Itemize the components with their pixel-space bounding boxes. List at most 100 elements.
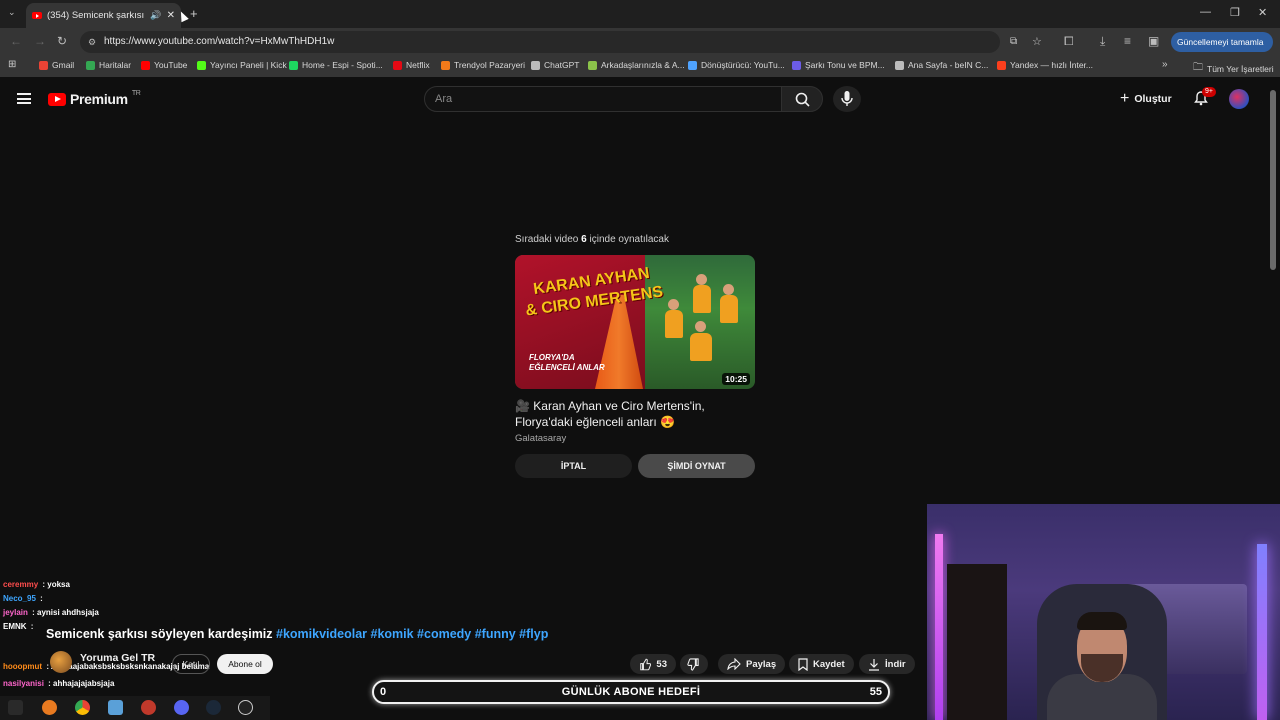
goal-label: GÜNLÜK ABONE HEDEFİ bbox=[561, 686, 701, 698]
channel-avatar[interactable] bbox=[50, 651, 72, 673]
steam-icon[interactable] bbox=[206, 700, 221, 715]
thumbnail-person-head bbox=[723, 284, 734, 295]
bookmark-item[interactable]: YouTube bbox=[141, 60, 187, 70]
bookmark-item[interactable]: Gmail bbox=[39, 60, 74, 70]
notification-count-badge: 9+ bbox=[1202, 87, 1216, 97]
all-bookmarks-label: Tüm Yer İşaretleri bbox=[1207, 63, 1274, 74]
led-light-left bbox=[935, 534, 943, 720]
chrome-icon[interactable] bbox=[75, 700, 90, 715]
join-button[interactable]: Katıl bbox=[172, 654, 210, 674]
save-button[interactable]: Kaydet bbox=[789, 654, 854, 674]
reading-list-icon[interactable]: ≡ bbox=[1124, 34, 1131, 48]
bookmark-star-icon[interactable]: ☆ bbox=[1032, 31, 1042, 53]
update-browser-button[interactable]: Güncellemeyi tamamla ⋮ bbox=[1171, 32, 1273, 67]
bookmark-item[interactable]: Home - Espi - Spoti... bbox=[289, 60, 383, 70]
up-next-video-title[interactable]: 🎥 Karan Ayhan ve Ciro Mertens'in, Florya… bbox=[515, 398, 755, 430]
youtube-header: Premium TR Ara + Oluştur 9+ bbox=[0, 80, 1280, 118]
restore-window-icon[interactable]: ❐ bbox=[1230, 6, 1240, 19]
like-button[interactable]: 53 bbox=[630, 654, 676, 674]
chat-separator: : bbox=[29, 608, 38, 617]
plus-icon: + bbox=[1120, 90, 1130, 107]
bookmark-item[interactable]: Dönüştürücü: YouTu... bbox=[688, 60, 785, 70]
create-button[interactable]: + Oluştur bbox=[1120, 90, 1172, 108]
channel-name[interactable]: Yoruma Gel TR bbox=[80, 652, 155, 664]
bookmark-favicon-icon bbox=[393, 60, 402, 70]
windows-taskbar bbox=[0, 696, 270, 720]
app-flame-icon[interactable] bbox=[42, 700, 57, 715]
thumbnail-person bbox=[720, 295, 738, 323]
chat-message: Neco_95 : bbox=[3, 594, 43, 603]
chat-text: ahhajajajabsjaja bbox=[53, 679, 115, 688]
install-app-icon[interactable]: ⧉ bbox=[1010, 31, 1017, 53]
tab-search-icon[interactable]: ⌄ bbox=[8, 7, 16, 18]
play-now-button[interactable]: ŞİMDİ OYNAT bbox=[638, 454, 755, 478]
bookmarks-bar: ⊞ Gmail Haritalar YouTube Yayıncı Paneli | … bbox=[0, 56, 1280, 77]
start-menu-icon[interactable] bbox=[8, 700, 23, 715]
cancel-autoplay-button[interactable]: İPTAL bbox=[515, 454, 632, 478]
video-hashtags[interactable]: #komikvideolar #komik #comedy #funny #fl… bbox=[276, 627, 548, 641]
account-avatar[interactable] bbox=[1229, 89, 1249, 109]
address-bar[interactable]: ⚙ https://www.youtube.com/watch?v=HxMwTh… bbox=[80, 31, 1042, 53]
tab-close-icon[interactable]: ✕ bbox=[167, 10, 175, 21]
audio-playing-icon[interactable]: 🔊 bbox=[150, 10, 161, 21]
site-info-icon[interactable]: ⚙ bbox=[88, 31, 96, 53]
search-icon bbox=[795, 92, 810, 107]
search-input[interactable]: Ara bbox=[424, 86, 782, 112]
video-title: Semicenk şarkısı söyleyen kardeşimiz #ko… bbox=[46, 627, 548, 641]
app-window-icon[interactable] bbox=[108, 700, 123, 715]
chat-text: aynisi ahdhsjaja bbox=[37, 608, 99, 617]
thumbnail-person-head bbox=[696, 274, 707, 285]
bookmark-favicon-icon bbox=[441, 60, 450, 70]
bookmark-item[interactable]: Trendyol Pazaryeri bbox=[441, 60, 525, 70]
more-bookmarks-icon[interactable]: » bbox=[1162, 59, 1168, 70]
browser-tab-active[interactable]: (354) Semicenk şarkısı söyle 🔊 ✕ bbox=[26, 3, 181, 28]
extensions-icon[interactable]: ⧠ bbox=[1064, 34, 1074, 49]
up-next-prefix: Sıradaki video bbox=[515, 234, 579, 245]
up-next-thumbnail[interactable]: KARAN AYHAN & CIRO MERTENS FLORYA'DA EĞL… bbox=[515, 255, 755, 389]
bookmark-item[interactable]: Haritalar bbox=[86, 60, 131, 70]
back-icon[interactable]: ← bbox=[10, 34, 22, 48]
page-scrollbar[interactable] bbox=[1270, 90, 1276, 270]
app-red-icon[interactable] bbox=[141, 700, 156, 715]
subscribe-button[interactable]: Abone ol bbox=[217, 654, 273, 674]
forward-icon[interactable]: → bbox=[34, 34, 46, 48]
bookmark-favicon-icon bbox=[197, 60, 206, 70]
bookmark-item[interactable]: Ana Sayfa - beIN C... bbox=[895, 60, 988, 70]
all-bookmarks-folder[interactable]: 🗀 Tüm Yer İşaretleri bbox=[1193, 60, 1274, 77]
profile-extension-icon[interactable]: ▣ bbox=[1148, 34, 1159, 48]
bookmark-label: Home - Espi - Spoti... bbox=[302, 60, 383, 70]
bookmark-item[interactable]: Arkadaşlarınızla & A... bbox=[588, 60, 685, 70]
bookmark-item[interactable]: Netflix bbox=[393, 60, 430, 70]
discord-icon[interactable] bbox=[174, 700, 189, 715]
youtube-premium-logo[interactable]: Premium TR bbox=[48, 90, 141, 107]
downloads-icon[interactable]: ⤓ bbox=[1100, 34, 1105, 49]
apps-grid-icon[interactable]: ⊞ bbox=[8, 59, 16, 70]
bookmark-favicon-icon bbox=[792, 60, 801, 70]
share-button[interactable]: Paylaş bbox=[718, 654, 786, 674]
bookmark-item[interactable]: Şarkı Tonu ve BPM... bbox=[792, 60, 885, 70]
search-button[interactable] bbox=[781, 86, 823, 112]
dislike-button[interactable] bbox=[680, 654, 708, 674]
menu-icon[interactable] bbox=[17, 93, 31, 104]
bookmark-favicon-icon bbox=[688, 60, 697, 70]
download-button[interactable]: İndir bbox=[859, 654, 915, 674]
new-tab-icon[interactable]: + bbox=[190, 6, 198, 21]
media-player-icon[interactable] bbox=[238, 700, 253, 715]
bookmark-label: Yandex — hızlı İnter... bbox=[1010, 60, 1093, 70]
bookmark-item[interactable]: ChatGPT bbox=[531, 60, 579, 70]
share-icon bbox=[727, 658, 741, 670]
reload-icon[interactable]: ↻ bbox=[57, 34, 67, 48]
chat-text: yoksa bbox=[47, 580, 70, 589]
bookmark-item[interactable]: Yandex — hızlı İnter... bbox=[997, 60, 1093, 70]
chat-username: Neco_95 bbox=[3, 594, 36, 603]
up-next-channel-name[interactable]: Galatasaray bbox=[515, 433, 566, 444]
voice-search-button[interactable] bbox=[833, 86, 861, 112]
bookmark-label: Trendyol Pazaryeri bbox=[454, 60, 526, 70]
close-window-icon[interactable]: ✕ bbox=[1258, 6, 1267, 19]
bookmark-item[interactable]: Yayıncı Paneli | Kick bbox=[197, 60, 287, 70]
thumbnail-person-head bbox=[695, 321, 706, 332]
minimize-window-icon[interactable]: — bbox=[1200, 6, 1211, 18]
share-label: Paylaş bbox=[746, 658, 777, 670]
bookmark-label: Arkadaşlarınızla & A... bbox=[601, 60, 685, 70]
bookmark-label: Netflix bbox=[406, 60, 430, 70]
